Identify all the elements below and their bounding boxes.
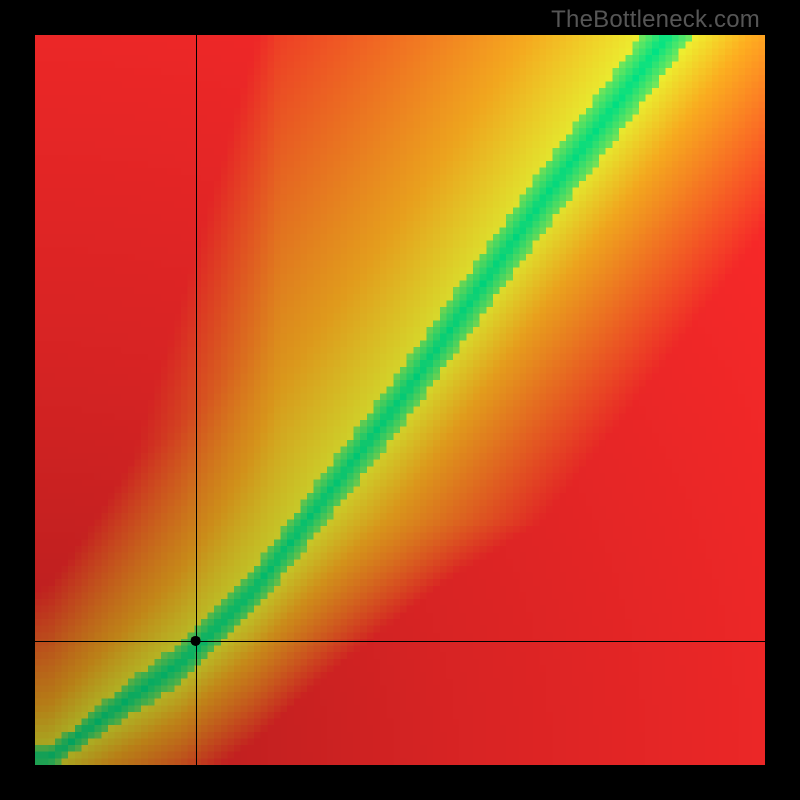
watermark-text: TheBottleneck.com (551, 6, 760, 34)
heatmap-plot (35, 35, 765, 765)
outer-frame: TheBottleneck.com (0, 0, 800, 800)
crosshair-overlay (35, 35, 765, 765)
